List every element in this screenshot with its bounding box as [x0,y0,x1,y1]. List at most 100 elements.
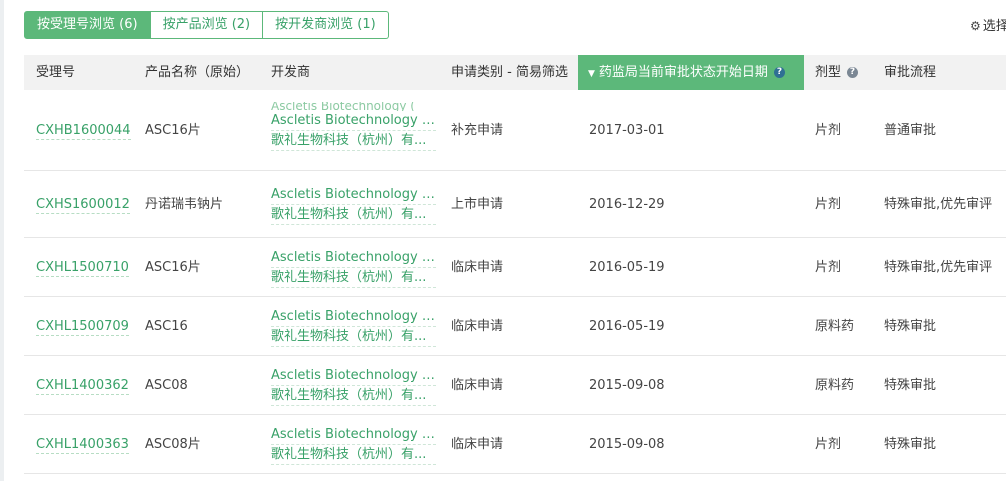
acceptance-no-link-wrap: CXHL1500710 [36,258,129,278]
dosage-form-cell-wrap: 原料药 [815,317,854,337]
developer-link-en[interactable]: Ascletis Biotechnology (... [271,426,436,445]
developer-link-cn[interactable]: 歌礼生物科技（杭州）有... [271,446,436,465]
review-process-cell: 特殊审批,优先审评 [884,197,993,212]
table-row: CXHL1500710 ASC16片 临床申请 2016-05-19 片剂 特殊审批,优先… [24,238,1006,297]
developer-cell: Ascletis Biotechnology (... 歌礼生物科技（杭州）有..… [271,367,436,407]
developer-link-en[interactable]: Ascletis Biotechnology (... [271,186,436,205]
status-date-cell: 2017-03-01 [589,123,665,138]
acceptance-no-link[interactable]: CXHL1500709 [36,319,129,336]
product-name-cell: 丹诺瑞韦钠片 [145,197,224,212]
review-process-cell-wrap: 特殊审批 [884,435,936,455]
acceptance-no-link-wrap: CXHB1600044 [36,121,131,141]
product-name-cell: ASC08 [145,378,188,393]
col-header-acceptance-no[interactable]: 受理号 [36,55,75,90]
dosage-form-cell: 片剂 [815,260,842,275]
table-row: CXHL1400363 ASC08片 临床申请 2015-09-08 片剂 特殊审批 Asc… [24,415,1006,474]
status-date-cell-wrap: 2015-09-08 [589,376,665,396]
developer-cell: Ascletis Biotechnology (... 歌礼生物科技（杭州）有..… [271,308,436,348]
status-date-cell-wrap: 2016-05-19 [589,258,665,278]
dosage-form-cell: 片剂 [815,437,842,452]
product-name-cell: ASC16片 [145,123,201,138]
review-process-cell: 普通审批 [884,123,937,138]
application-type-cell: 上市申请 [451,197,504,212]
table-body: CXHB1600044 ASC16片 补充申请 2017-03-01 片剂 普通审批 Asc… [24,90,1006,474]
tab-by-developer[interactable]: 按开发商浏览 (1) [263,11,389,39]
status-date-cell: 2015-09-08 [589,378,665,393]
dosage-form-cell-wrap: 片剂 [815,435,841,455]
developer-link-cn[interactable]: 歌礼生物科技（杭州）有... [271,328,436,347]
product-name-cell-wrap: ASC16片 [145,121,201,141]
developer-link-en[interactable]: Ascletis Biotechnology (... [271,249,436,268]
col-header-status-date-label: 药监局当前审批状态开始日期 [598,65,768,80]
status-date-cell-wrap: 2015-09-08 [589,435,665,455]
application-type-cell: 临床申请 [451,378,504,393]
application-type-cell-wrap: 临床申请 [451,258,503,278]
acceptance-no-link[interactable]: CXHL1400363 [36,437,129,454]
product-name-cell-wrap: ASC08 [145,376,188,396]
col-header-dosage-form[interactable]: 剂型? [815,55,859,90]
application-type-cell: 补充申请 [451,123,504,138]
col-header-application-type[interactable]: 申请类别 - 简易筛选 [451,55,568,90]
tab-by-product[interactable]: 按产品浏览 (2) [150,11,264,39]
view-tabs: 按受理号浏览 (6) 按产品浏览 (2) 按开发商浏览 (1) [24,11,389,39]
review-process-cell-wrap: 特殊审批,优先审评 [884,258,992,278]
developer-link-en[interactable]: Ascletis Biotechnology (... [271,367,436,386]
developer-link-cn[interactable]: 歌礼生物科技（杭州）有... [271,206,436,225]
application-type-cell-wrap: 上市申请 [451,195,503,215]
product-name-cell: ASC16 [145,319,188,334]
developer-link-cn[interactable]: 歌礼生物科技（杭州）有... [271,387,436,406]
acceptance-no-link[interactable]: CXHB1600044 [36,123,131,140]
status-date-cell-wrap: 2016-05-19 [589,317,665,337]
developer-link-faded[interactable]: Ascletis Biotechnology ( [271,102,436,111]
application-type-cell-wrap: 临床申请 [451,376,503,396]
application-type-cell-wrap: 补充申请 [451,121,503,141]
review-process-cell: 特殊审批 [884,378,937,393]
dosage-form-cell: 片剂 [815,123,842,138]
col-header-status-date[interactable]: ▼ 药监局当前审批状态开始日期? [578,55,804,90]
product-name-cell-wrap: ASC16片 [145,258,201,278]
review-process-cell-wrap: 普通审批 [884,121,936,141]
review-process-cell-wrap: 特殊审批 [884,376,936,396]
left-panel-edge [0,0,4,481]
status-date-cell: 2016-05-19 [589,319,665,334]
col-header-product-name[interactable]: 产品名称（原始） [145,55,249,90]
dosage-form-cell: 片剂 [815,197,842,212]
developer-cell: Ascletis Biotechnology (Ascletis Biotech… [271,102,436,152]
table-row: CXHS1600012 丹诺瑞韦钠片 上市申请 2016-12-29 片剂 特殊审批,优先… [24,171,1006,238]
acceptance-no-link-wrap: CXHL1400362 [36,376,129,396]
table-row: CXHL1500709 ASC16 临床申请 2016-05-19 原料药 特殊审批 Asc… [24,297,1006,356]
product-name-cell: ASC08片 [145,437,201,452]
sort-desc-icon: ▼ [588,69,595,79]
col-header-review-process[interactable]: 审批流程 [884,55,936,90]
acceptance-no-link[interactable]: CXHL1500710 [36,260,129,277]
developer-cell: Ascletis Biotechnology (... 歌礼生物科技（杭州）有..… [271,426,436,466]
developer-link-cn[interactable]: 歌礼生物科技（杭州）有... [271,132,436,151]
review-process-cell-wrap: 特殊审批,优先审评 [884,195,992,215]
acceptance-no-link[interactable]: CXHL1400362 [36,378,129,395]
review-process-cell: 特殊审批 [884,437,937,452]
acceptance-no-link-wrap: CXHL1400363 [36,435,129,455]
dosage-form-cell-wrap: 片剂 [815,195,841,215]
column-settings-button[interactable]: ⚙ 选择 [970,15,1006,34]
developer-link-en[interactable]: Ascletis Biotechnology (... [271,308,436,327]
developer-link-en[interactable]: Ascletis Biotechnology (... [271,112,436,131]
tab-by-acceptance-no[interactable]: 按受理号浏览 (6) [24,11,151,39]
help-icon[interactable]: ? [773,67,785,78]
acceptance-no-link[interactable]: CXHS1600012 [36,197,130,214]
status-date-cell: 2016-12-29 [589,197,665,212]
col-header-developer[interactable]: 开发商 [271,55,310,90]
status-date-cell-wrap: 2016-12-29 [589,195,665,215]
developer-link-cn[interactable]: 歌礼生物科技（杭州）有... [271,269,436,288]
review-process-cell: 特殊审批 [884,319,937,334]
status-date-cell: 2015-09-08 [589,437,665,452]
application-type-cell: 临床申请 [451,437,504,452]
dosage-form-cell: 原料药 [815,319,855,334]
review-process-cell-wrap: 特殊审批 [884,317,936,337]
application-type-cell: 临床申请 [451,260,504,275]
product-name-cell-wrap: ASC08片 [145,435,201,455]
table-row: CXHL1400362 ASC08 临床申请 2015-09-08 原料药 特殊审批 Asc… [24,356,1006,415]
product-name-cell-wrap: ASC16 [145,317,188,337]
acceptance-no-link-wrap: CXHL1500709 [36,317,129,337]
help-icon[interactable]: ? [847,67,859,78]
dosage-form-cell: 原料药 [815,378,855,393]
